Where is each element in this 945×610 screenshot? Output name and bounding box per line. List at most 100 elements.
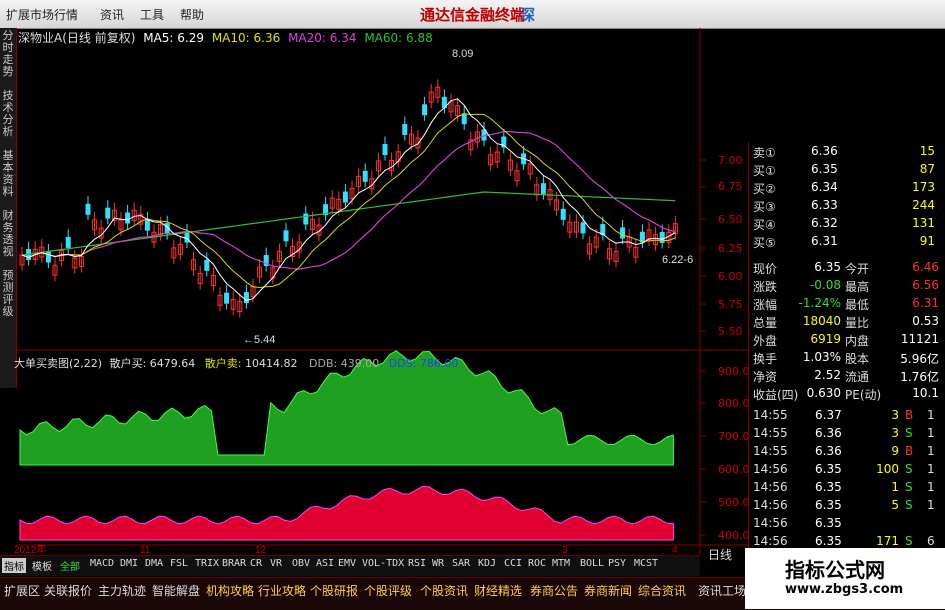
indicator-tab[interactable]: VOL-TDX xyxy=(362,558,404,569)
indicator-tab[interactable]: KDJ xyxy=(478,558,496,569)
indicator-tab[interactable]: ASI xyxy=(316,558,334,569)
indicator-tab[interactable]: BRAR xyxy=(222,558,246,569)
candle-body xyxy=(105,207,111,219)
bid-level-row[interactable]: 买② 6.34 173 xyxy=(749,180,939,198)
stat-value: 18040 xyxy=(802,314,841,328)
bottom-tab[interactable]: 智能解盘 xyxy=(152,582,200,599)
indicator-tab[interactable]: RSI xyxy=(408,558,426,569)
level-volume: 91 xyxy=(919,234,935,248)
stat-value: 1.76亿 xyxy=(900,370,939,384)
tick-side: B xyxy=(905,444,914,458)
indicator-tab[interactable]: 全部 xyxy=(60,558,80,573)
indicator-tab[interactable]: PSY xyxy=(608,558,626,569)
indicator-tab[interactable]: CR xyxy=(250,558,262,569)
dds-value: DDS: 786.00 xyxy=(388,357,459,370)
quote-stat-row: 外盘 6919 内盘 11121 xyxy=(749,332,939,350)
bottom-tab[interactable]: 券商新闻 xyxy=(584,582,632,599)
bottom-tab[interactable]: 个股评级 xyxy=(364,582,412,599)
bottom-tab[interactable]: 扩展区 xyxy=(4,582,40,599)
bid-level-row[interactable]: 买④ 6.32 131 xyxy=(749,216,939,234)
trade-tick-row: 14:56 6.35 5 S 1 xyxy=(749,498,939,516)
tick-count: 1 xyxy=(927,480,935,494)
indicator-tab[interactable]: VR xyxy=(270,558,282,569)
tick-price: 6.36 xyxy=(815,444,842,458)
tick-side: S xyxy=(905,480,913,494)
level-label: 卖① xyxy=(753,146,776,160)
indicator-tab[interactable]: 指标 xyxy=(2,558,26,573)
trade-tick-row: 14:55 6.37 3 B 1 xyxy=(749,408,939,426)
tick-side: S xyxy=(905,462,913,476)
candle-body xyxy=(224,292,230,304)
stat-label: PE(动) xyxy=(845,388,882,402)
level-volume: 87 xyxy=(919,162,935,176)
bottom-tab[interactable]: 行业攻略 xyxy=(258,582,306,599)
candle-body xyxy=(144,219,150,231)
indicator-tab[interactable]: FSL xyxy=(170,558,188,569)
level-volume: 173 xyxy=(912,180,935,194)
bid-level-row[interactable]: 买⑤ 6.31 91 xyxy=(749,234,939,252)
tick-count: 1 xyxy=(927,462,935,476)
level-label: 买① xyxy=(753,164,776,178)
tick-price: 6.37 xyxy=(815,408,842,422)
tick-price: 6.35 xyxy=(815,516,842,530)
y-tick-label: 6.50 xyxy=(718,213,743,226)
indicator-tab[interactable]: MTM xyxy=(552,558,570,569)
candle-body xyxy=(342,191,348,203)
candle-body xyxy=(382,144,388,156)
stat-label: 外盘 xyxy=(753,334,778,348)
candle-body xyxy=(283,230,289,242)
indicator-tab[interactable]: TRIX xyxy=(195,558,219,569)
indicator-tab[interactable]: SAR xyxy=(452,558,470,569)
bottom-tab[interactable]: 个股资讯 xyxy=(420,582,468,599)
tick-count: 1 xyxy=(927,498,935,512)
indicator-tab[interactable]: EMV xyxy=(338,558,356,569)
indicator-tab[interactable]: 模板 xyxy=(32,558,52,573)
indicator-tab[interactable]: ROC xyxy=(528,558,546,569)
ask-level-row[interactable]: 卖① 6.36 15 xyxy=(749,144,939,162)
bottom-tab[interactable]: 关联报价 xyxy=(44,582,92,599)
bottom-tab[interactable]: 综合资讯 xyxy=(638,582,686,599)
indicator-tab[interactable]: DMI xyxy=(120,558,138,569)
large-order-sell-area xyxy=(19,485,674,541)
indicator-tab[interactable]: CCI xyxy=(504,558,522,569)
bottom-tab[interactable]: 机构攻略 xyxy=(206,582,254,599)
quote-stat-row: 现价 6.35 今开 6.46 xyxy=(749,260,939,278)
stat-value: 10.1 xyxy=(912,386,939,400)
stat-label: 量比 xyxy=(845,316,870,330)
stat-label: 涨跌 xyxy=(753,280,778,294)
indicator-tab[interactable]: MACD xyxy=(90,558,114,569)
tick-side: B xyxy=(905,408,914,422)
stat-label: 最高 xyxy=(845,280,870,294)
y-tick-label: 5.50 xyxy=(718,325,743,338)
candle-body xyxy=(243,292,249,304)
stat-label: 净资 xyxy=(753,370,778,384)
stat-value: -1.24% xyxy=(798,296,841,310)
ma60-legend: MA60: 6.88 xyxy=(364,31,433,45)
watermark-url: www.zbgs3.com xyxy=(785,582,904,597)
bottom-tab[interactable]: 主力轨迹 xyxy=(98,582,146,599)
indicator-tab[interactable]: MCST xyxy=(634,558,658,569)
tick-time: 14:55 xyxy=(753,426,788,440)
tick-volume: 3 xyxy=(891,408,899,422)
bottom-tab[interactable]: 资讯工场 xyxy=(698,582,746,599)
bid-level-row[interactable]: 买① 6.35 87 xyxy=(749,162,939,180)
tick-volume: 9 xyxy=(891,444,899,458)
tick-count: 6 xyxy=(927,534,935,548)
indicator-tab[interactable]: OBV xyxy=(292,558,310,569)
indicator-tab[interactable]: WR xyxy=(432,558,444,569)
tick-time: 14:55 xyxy=(753,444,788,458)
bottom-tab[interactable]: 券商公告 xyxy=(530,582,578,599)
quote-stat-row: 涨幅 -1.24% 最低 6.31 xyxy=(749,296,939,314)
indicator-tab[interactable]: BOLL xyxy=(580,558,604,569)
ma60-line xyxy=(21,191,676,256)
tick-price: 6.36 xyxy=(815,426,842,440)
period-label[interactable]: 日线 xyxy=(708,546,732,563)
bid-level-row[interactable]: 买③ 6.33 244 xyxy=(749,198,939,216)
indicator-tab[interactable]: DMA xyxy=(145,558,163,569)
candle-body xyxy=(204,259,210,271)
tick-count: 1 xyxy=(927,426,935,440)
bottom-tab[interactable]: 个股研报 xyxy=(310,582,358,599)
stat-label: 现价 xyxy=(753,262,778,276)
level-label: 买③ xyxy=(753,200,776,214)
bottom-tab[interactable]: 财经精选 xyxy=(474,582,522,599)
